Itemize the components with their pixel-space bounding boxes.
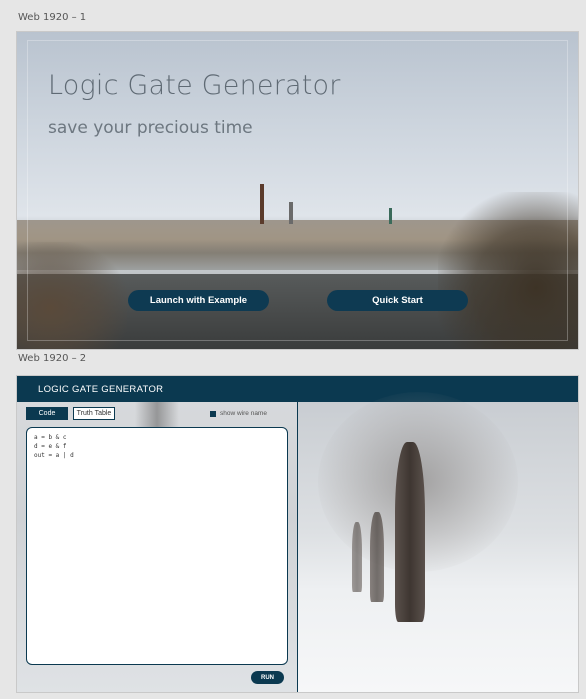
landing-frame: Logic Gate Generator save your precious …: [16, 31, 579, 350]
pane-divider: [297, 402, 298, 692]
code-line: out = a | d: [34, 452, 74, 459]
tree-trunk-small: [370, 512, 384, 602]
checkbox-icon[interactable]: [210, 410, 216, 417]
artboard-label-1: Web 1920 – 1: [18, 12, 87, 23]
tree-trunk-far: [352, 522, 362, 592]
app-title: LOGIC GATE GENERATOR: [38, 384, 164, 395]
show-wire-name-label: show wire name: [220, 410, 267, 417]
artboard-label-2: Web 1920 – 2: [18, 353, 87, 364]
quick-start-button[interactable]: Quick Start: [327, 290, 468, 311]
app-frame: LOGIC GATE GENERATOR Code Truth Table sh…: [16, 375, 579, 693]
page-title: Logic Gate Generator: [48, 70, 341, 101]
page-subtitle: save your precious time: [48, 118, 253, 138]
tree-trunk: [395, 442, 425, 622]
code-line: d = e & f: [34, 443, 67, 450]
launch-with-example-button[interactable]: Launch with Example: [128, 290, 269, 311]
tab-code[interactable]: Code: [26, 407, 68, 420]
app-header: LOGIC GATE GENERATOR: [17, 376, 578, 402]
output-pane: [298, 392, 578, 692]
run-button[interactable]: RUN: [251, 671, 284, 684]
show-wire-name-toggle[interactable]: show wire name: [210, 410, 267, 417]
tab-truth-table[interactable]: Truth Table: [73, 407, 115, 420]
code-editor[interactable]: a = b & c d = e & f out = a | d: [26, 427, 288, 665]
code-line: a = b & c: [34, 434, 67, 441]
